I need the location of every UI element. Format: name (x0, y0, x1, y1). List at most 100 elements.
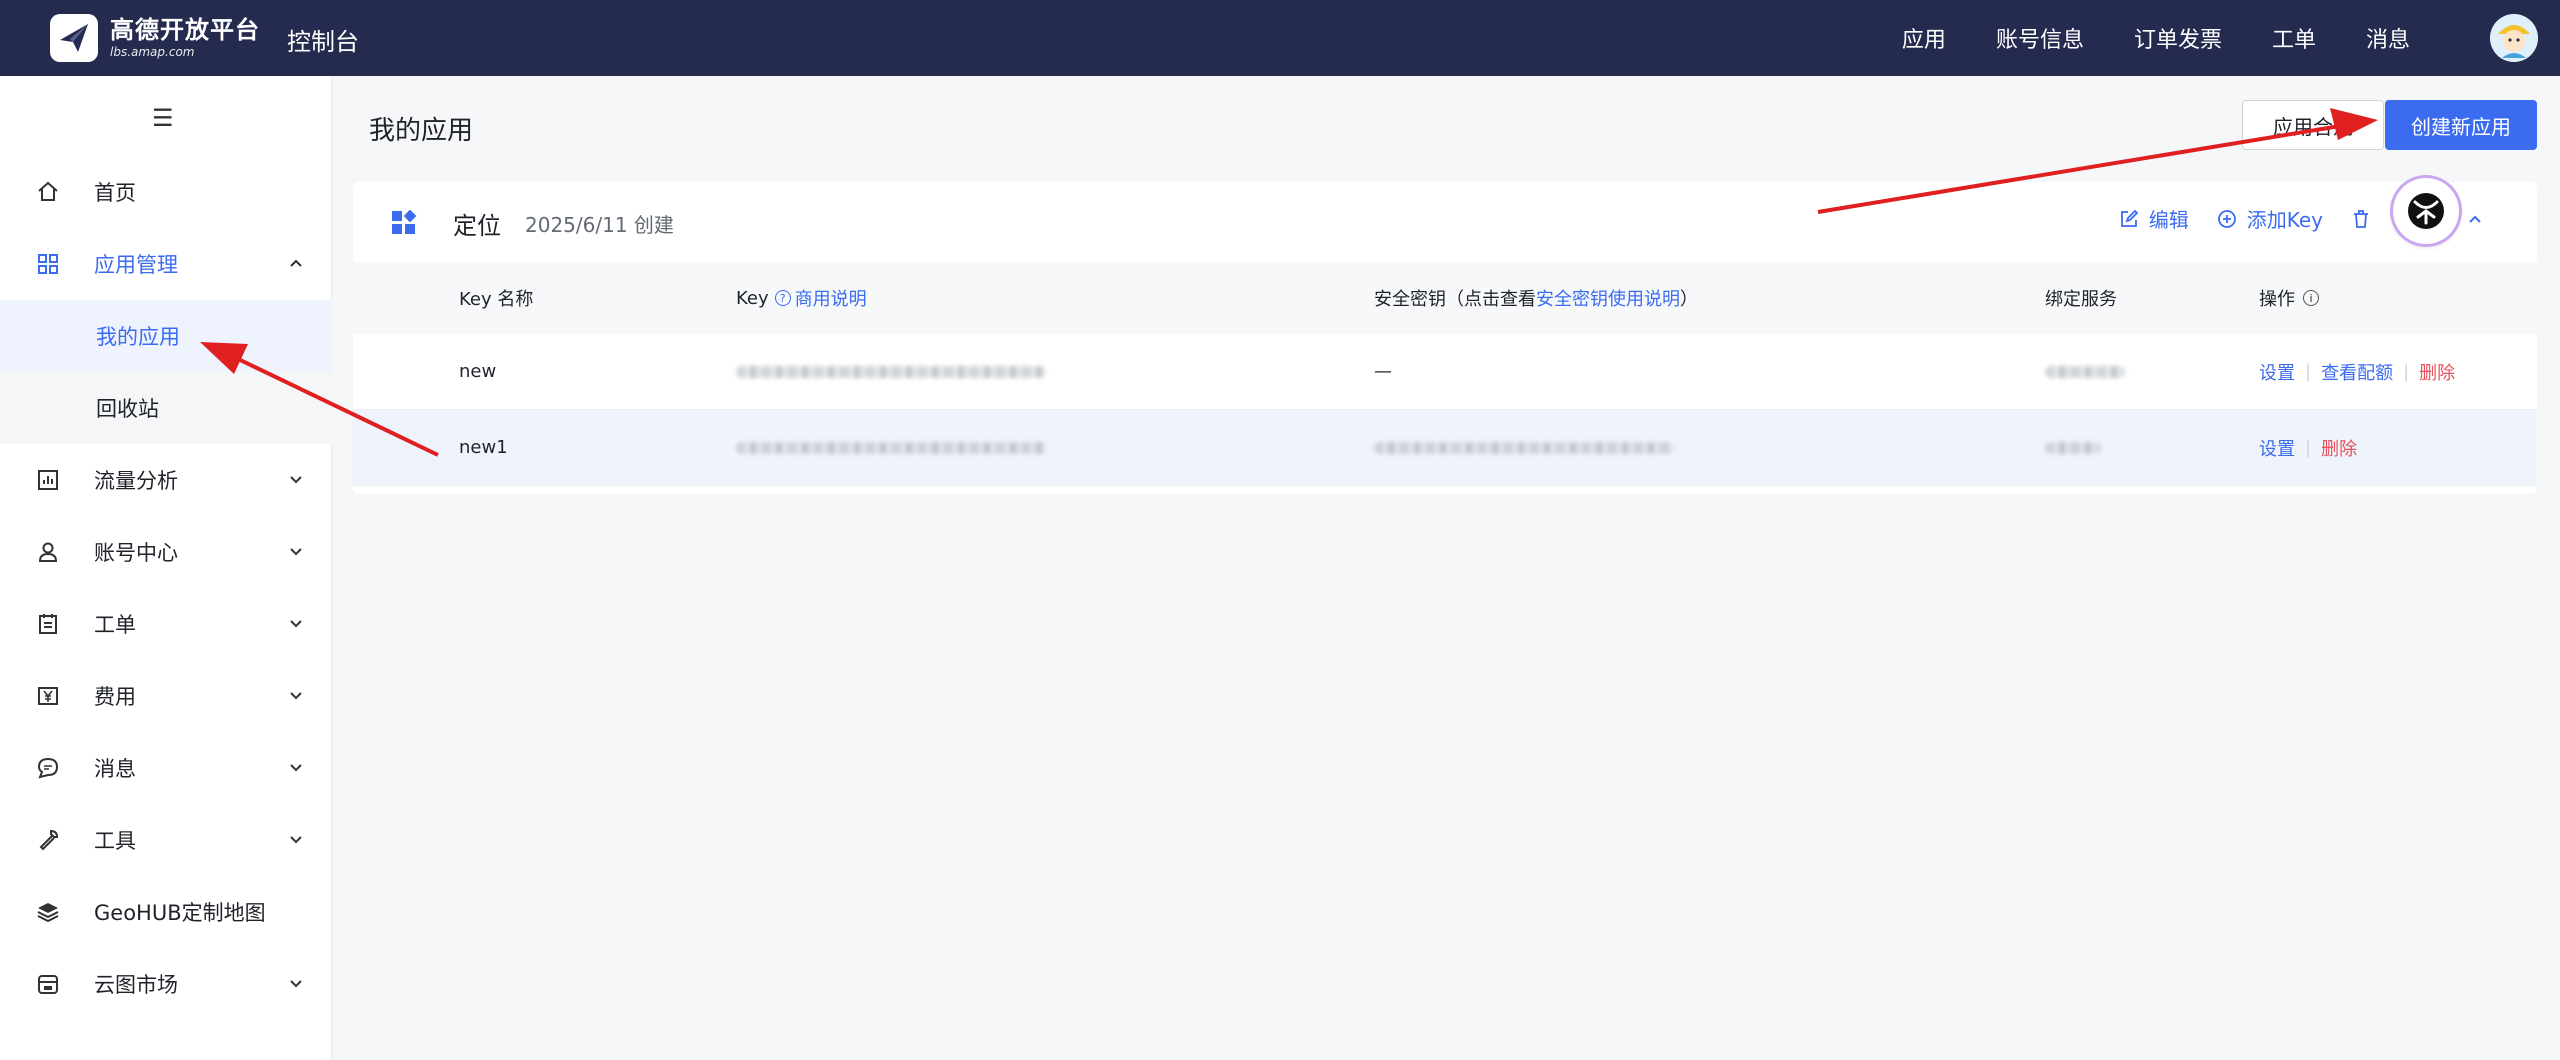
sidebar-item-recycle-bin[interactable]: 回收站 (0, 372, 332, 444)
sidebar-item-label: 流量分析 (94, 469, 178, 493)
col-secret-prefix: 安全密钥（点击查看 (1374, 289, 1536, 310)
chart-icon (36, 468, 60, 492)
question-icon: ? (774, 290, 791, 306)
table-header: Key 名称 Key ? 商用说明 安全密钥（点击查看 安全密钥使用说明 ） 绑… (353, 262, 2537, 334)
chevron-up-icon[interactable] (2465, 209, 2485, 229)
home-icon (36, 180, 60, 204)
edit-app-button[interactable]: 编辑 (2119, 204, 2189, 233)
sidebar-item-app-management[interactable]: 应用管理 (0, 228, 332, 300)
trash-icon (2354, 209, 2368, 228)
sidebar-item-label: 首页 (94, 181, 136, 205)
bound-service-redacted (2045, 334, 2125, 409)
delete-key-link[interactable]: 删除 (2321, 435, 2357, 461)
sidebar-item-label: 消息 (94, 757, 136, 781)
col-service: 绑定服务 (2045, 289, 2117, 310)
info-icon: i (2303, 290, 2319, 306)
nav-tickets[interactable]: 工单 (2272, 22, 2316, 54)
settings-link[interactable]: 设置 (2259, 359, 2295, 385)
app-card-header: 定位 2025/6/11 创建 编辑 添加Key (353, 182, 2537, 262)
chevron-up-icon (290, 259, 302, 267)
col-key-name: Key 名称 (459, 289, 534, 310)
col-secret: 安全密钥（点击查看 安全密钥使用说明 ） (1374, 262, 1698, 334)
sidebar-item-label: 云图市场 (94, 973, 178, 997)
nav-apps[interactable]: 应用 (1902, 22, 1946, 54)
grid-icon (36, 252, 60, 276)
commercial-info-link[interactable]: 商用说明 (795, 285, 867, 311)
edit-icon (2120, 209, 2139, 227)
nav-messages[interactable]: 消息 (2366, 22, 2410, 54)
sidebar-item-label: 应用管理 (94, 253, 178, 277)
col-ops-label: 操作 (2259, 289, 2295, 310)
console-title: 控制台 (287, 28, 359, 56)
sidebar-item-label: 工单 (94, 613, 136, 637)
page-title: 我的应用 (369, 116, 474, 146)
user-icon (36, 540, 60, 564)
main-content: 我的应用 应用合规 创建新应用 定位 2025/6/11 创建 编辑 添加Key (333, 76, 2560, 1060)
table-row: new1 设置 | 删除 (353, 410, 2537, 486)
sidebar-item-label: 费用 (94, 685, 136, 709)
col-key-label: Key (736, 287, 769, 309)
sidebar-item-label: 工具 (94, 829, 136, 853)
app-card: 定位 2025/6/11 创建 编辑 添加Key Key 名称 Key ? 商用… (353, 182, 2537, 494)
top-nav: 应用 账号信息 订单发票 工单 消息 (1902, 0, 2410, 76)
key-table: Key 名称 Key ? 商用说明 安全密钥（点击查看 安全密钥使用说明 ） 绑… (353, 262, 2537, 486)
assistant-logo-icon (2408, 193, 2444, 229)
brand-logo[interactable]: 高德开放平台 lbs.amap.com (50, 14, 260, 62)
avatar[interactable] (2490, 14, 2538, 62)
top-bar: 高德开放平台 lbs.amap.com 控制台 应用 账号信息 订单发票 工单 … (0, 0, 2560, 76)
app-compliance-button[interactable]: 应用合规 (2242, 100, 2384, 150)
chevron-down-icon (290, 476, 302, 484)
col-key: Key ? 商用说明 (736, 262, 867, 334)
col-ops: 操作 i (2259, 262, 2319, 334)
logo-plane-icon (50, 14, 98, 62)
delete-key-link[interactable]: 删除 (2419, 359, 2455, 385)
ticket-icon (36, 612, 60, 636)
app-type-icon (391, 209, 417, 240)
chevron-down-icon (290, 620, 302, 628)
settings-link[interactable]: 设置 (2259, 435, 2295, 461)
sidebar-item-tickets[interactable]: 工单 (0, 588, 332, 660)
secret-value: — (1374, 361, 1392, 382)
layers-icon (36, 900, 60, 924)
sidebar-item-traffic-analysis[interactable]: 流量分析 (0, 444, 332, 516)
wrench-icon (36, 828, 60, 852)
sidebar-item-geohub[interactable]: GeoHUB定制地图 (0, 876, 332, 948)
sidebar-item-label: 账号中心 (94, 541, 178, 565)
bound-service-redacted (2045, 410, 2101, 485)
chevron-down-icon (290, 692, 302, 700)
key-value-redacted (736, 410, 1046, 485)
app-created-date: 2025/6/11 创建 (525, 213, 674, 237)
store-icon (36, 972, 60, 996)
sidebar-item-cloud-map-market[interactable]: 云图市场 (0, 948, 332, 1020)
row-actions: 设置 | 查看配额 | 删除 (2259, 334, 2455, 409)
nav-account-info[interactable]: 账号信息 (1996, 22, 2084, 54)
chevron-down-icon (290, 764, 302, 772)
chevron-down-icon (290, 980, 302, 988)
table-row: new — 设置 | 查看配额 | 删除 (353, 334, 2537, 410)
secret-usage-link[interactable]: 安全密钥使用说明 (1536, 285, 1680, 311)
sidebar-item-my-apps[interactable]: 我的应用 (0, 300, 332, 372)
assistant-badge[interactable] (2393, 178, 2459, 244)
key-name: new1 (459, 437, 508, 458)
key-name: new (459, 361, 497, 382)
sidebar: ☰ 首页 应用管理 我的应用 回收站 流量分析 账号中心 工单 费用 消息 工具… (0, 76, 332, 1060)
chevron-down-icon (290, 548, 302, 556)
sidebar-item-tools[interactable]: 工具 (0, 804, 332, 876)
nav-invoices[interactable]: 订单发票 (2134, 22, 2222, 54)
yen-icon (36, 684, 60, 708)
sidebar-item-messages[interactable]: 消息 (0, 732, 332, 804)
create-app-button[interactable]: 创建新应用 (2385, 100, 2537, 150)
menu-toggle-icon[interactable]: ☰ (152, 104, 174, 132)
key-value-redacted (736, 334, 1046, 409)
sidebar-item-billing[interactable]: 费用 (0, 660, 332, 732)
sidebar-item-home[interactable]: 首页 (0, 156, 332, 228)
add-key-button[interactable]: 添加Key (2217, 204, 2323, 233)
app-management-submenu: 我的应用 回收站 (0, 300, 332, 444)
view-quota-link[interactable]: 查看配额 (2321, 359, 2393, 385)
app-name: 定位 (453, 212, 501, 240)
add-key-label: 添加Key (2246, 208, 2323, 232)
edit-label: 编辑 (2148, 208, 2189, 232)
sidebar-item-account-center[interactable]: 账号中心 (0, 516, 332, 588)
col-secret-suffix: ） (1680, 289, 1698, 310)
row-actions: 设置 | 删除 (2259, 410, 2357, 485)
